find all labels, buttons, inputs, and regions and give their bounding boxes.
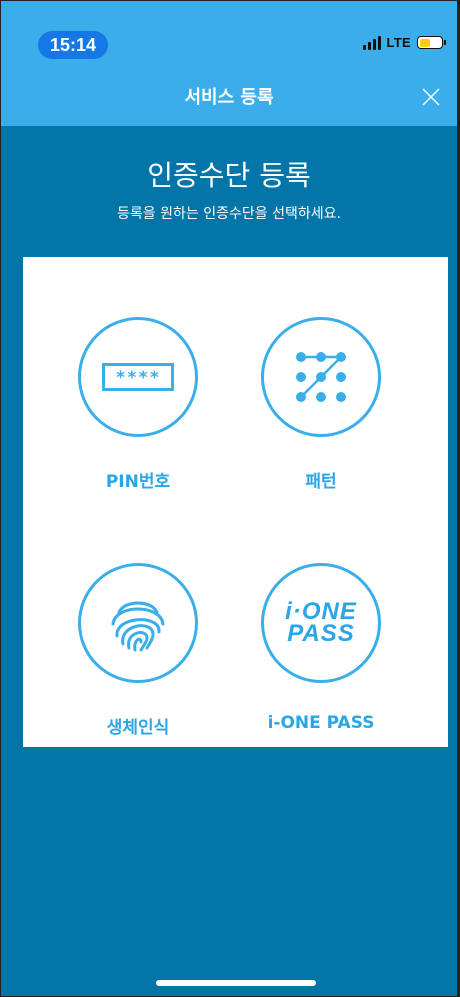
biometric-option-label: 생체인식 [106, 718, 170, 738]
auth-method-card: **** PIN번호 패턴 생체인식 i·ONE PASS i-ONE PASS [23, 257, 448, 747]
status-indicators: LTE [362, 35, 446, 50]
status-time: 15:14 [38, 31, 108, 59]
ione-pass-logo: i·ONE PASS [285, 600, 357, 647]
pin-option[interactable]: **** PIN번호 [48, 317, 228, 517]
biometric-option[interactable]: 생체인식 [48, 563, 228, 763]
close-button[interactable] [419, 85, 443, 109]
header: 15:14 LTE 서비스 등록 [1, 1, 457, 126]
close-icon [422, 88, 440, 106]
biometric-option-circle [78, 563, 198, 683]
pattern-option-label: 패턴 [305, 472, 337, 492]
home-indicator[interactable] [156, 980, 316, 986]
ione-pass-option-circle: i·ONE PASS [261, 563, 381, 683]
fingerprint-icon [111, 601, 165, 652]
section-heading: 인증수단 등록 [147, 159, 311, 192]
ione-pass-option[interactable]: i·ONE PASS i-ONE PASS [231, 563, 411, 763]
pattern-option[interactable]: 패턴 [231, 317, 411, 517]
network-type: LTE [386, 35, 411, 50]
pattern-icon [296, 352, 346, 402]
ione-pass-logo-line2: PASS [287, 620, 355, 647]
signal-icon [362, 35, 381, 50]
pin-icon: **** [102, 363, 174, 391]
page-title: 서비스 등록 [184, 87, 274, 108]
pin-option-circle: **** [78, 317, 198, 437]
pattern-option-circle [261, 317, 381, 437]
phone-screen: 15:14 LTE 서비스 등록 인증수단 등록 등록을 원하는 인증수단을 선… [0, 0, 460, 997]
ione-pass-option-label: i-ONE PASS [267, 713, 375, 733]
battery-icon [417, 36, 446, 49]
section-subheading: 등록을 원하는 인증수단을 선택하세요. [117, 206, 341, 222]
pin-option-label: PIN번호 [105, 472, 171, 492]
